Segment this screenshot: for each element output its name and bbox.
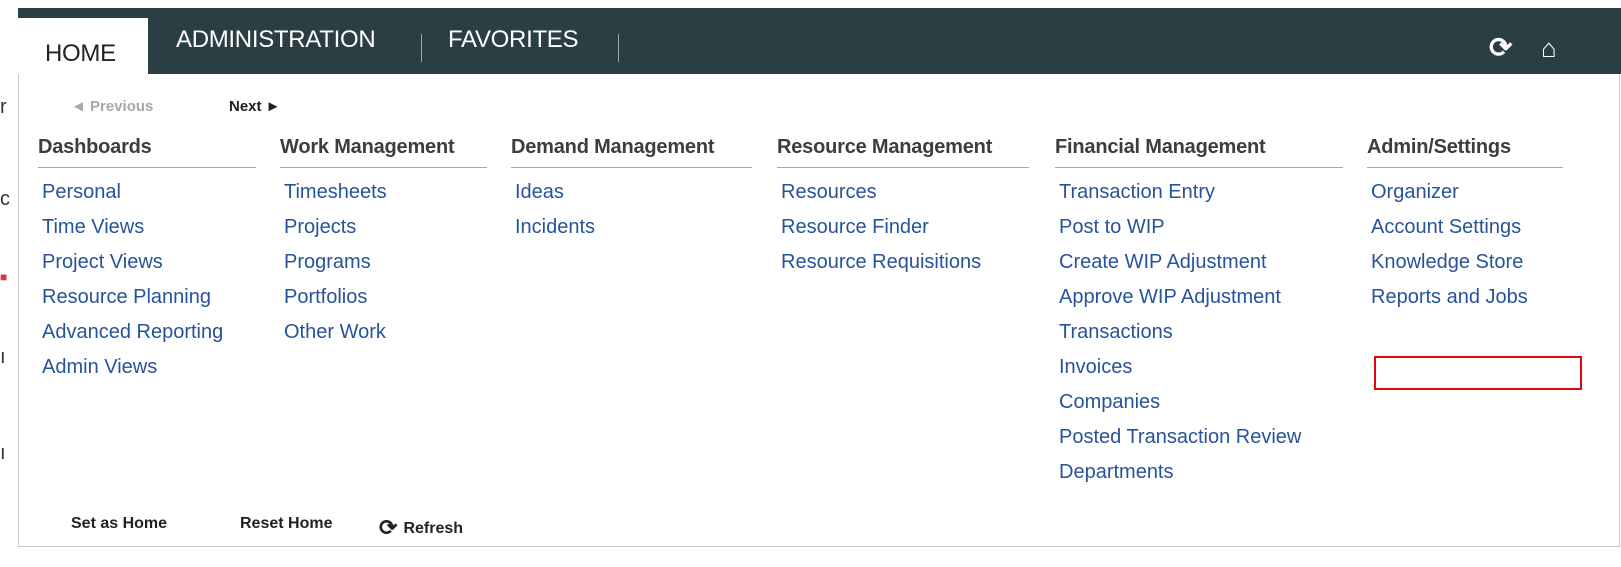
menu-column-demand-management: Demand Management Ideas Incidents (511, 136, 752, 250)
menu-item-incidents[interactable]: Incidents (515, 215, 752, 250)
menu-column-resource-management: Resource Management Resources Resource F… (777, 136, 1029, 285)
refresh-button[interactable]: ⟳ Refresh (379, 515, 463, 541)
background-glyph: ı (0, 442, 6, 464)
menu-column-work-management: Work Management Timesheets Projects Prog… (280, 136, 487, 355)
column-header: Dashboards (38, 136, 256, 168)
menu-item-post-to-wip[interactable]: Post to WIP (1059, 215, 1343, 250)
background-glyph: r (0, 96, 7, 118)
menu-item-approve-wip-adjustment[interactable]: Approve WIP Adjustment (1059, 285, 1343, 320)
set-as-home-button[interactable]: Set as Home (71, 515, 167, 533)
menu-item-departments[interactable]: Departments (1059, 460, 1343, 495)
menu-item-time-views[interactable]: Time Views (42, 215, 256, 250)
menu-item-transaction-entry[interactable]: Transaction Entry (1059, 180, 1343, 215)
menu-item-timesheets[interactable]: Timesheets (284, 180, 487, 215)
menu-item-organizer[interactable]: Organizer (1371, 180, 1563, 215)
menu-item-resources[interactable]: Resources (781, 180, 1029, 215)
menu-item-posted-transaction-review[interactable]: Posted Transaction Review (1059, 425, 1343, 460)
column-header: Admin/Settings (1367, 136, 1563, 168)
menu-item-companies[interactable]: Companies (1059, 390, 1343, 425)
highlight-box (1374, 356, 1582, 390)
menu-column-dashboards: Dashboards Personal Time Views Project V… (38, 136, 256, 390)
top-strip (0, 0, 1621, 8)
reset-home-button[interactable]: Reset Home (240, 515, 332, 533)
background-glyph: ■ (0, 270, 8, 284)
refresh-icon[interactable]: ⟳ (1489, 34, 1512, 62)
menu-item-resource-planning[interactable]: Resource Planning (42, 285, 256, 320)
previous-button[interactable]: ◄ Previous (71, 98, 153, 115)
background-glyph: ı (0, 346, 6, 368)
home-menu-panel: ◄ Previous Next ► Dashboards Personal Ti… (18, 74, 1620, 547)
main-navbar: HOME ADMINISTRATION FAVORITES ⟳ ⌂ (18, 8, 1621, 74)
menu-column-financial-management: Financial Management Transaction Entry P… (1055, 136, 1343, 495)
nav-separator (421, 34, 422, 62)
menu-item-admin-views[interactable]: Admin Views (42, 355, 256, 390)
menu-item-resource-requisitions[interactable]: Resource Requisitions (781, 250, 1029, 285)
menu-item-ideas[interactable]: Ideas (515, 180, 752, 215)
menu-item-reports-and-jobs[interactable]: Reports and Jobs (1371, 285, 1563, 320)
menu-item-programs[interactable]: Programs (284, 250, 487, 285)
menu-item-invoices[interactable]: Invoices (1059, 355, 1343, 390)
home-icon[interactable]: ⌂ (1541, 34, 1557, 62)
menu-item-project-views[interactable]: Project Views (42, 250, 256, 285)
column-header: Demand Management (511, 136, 752, 168)
menu-column-admin-settings: Admin/Settings Organizer Account Setting… (1367, 136, 1563, 320)
background-page-edge: r c ■ ı ı (0, 8, 18, 567)
menu-item-portfolios[interactable]: Portfolios (284, 285, 487, 320)
column-header: Financial Management (1055, 136, 1343, 168)
menu-item-transactions[interactable]: Transactions (1059, 320, 1343, 355)
menu-item-account-settings[interactable]: Account Settings (1371, 215, 1563, 250)
refresh-icon: ⟳ (379, 515, 398, 540)
tab-home[interactable]: HOME (18, 18, 148, 74)
column-header: Resource Management (777, 136, 1029, 168)
next-button[interactable]: Next ► (229, 98, 281, 115)
menu-item-knowledge-store[interactable]: Knowledge Store (1371, 250, 1563, 285)
menu-item-advanced-reporting[interactable]: Advanced Reporting (42, 320, 256, 355)
menu-item-other-work[interactable]: Other Work (284, 320, 487, 355)
column-header: Work Management (280, 136, 487, 168)
menu-item-resource-finder[interactable]: Resource Finder (781, 215, 1029, 250)
menu-item-personal[interactable]: Personal (42, 180, 256, 215)
background-glyph: c (0, 188, 10, 210)
menu-item-create-wip-adjustment[interactable]: Create WIP Adjustment (1059, 250, 1343, 285)
menu-item-projects[interactable]: Projects (284, 215, 487, 250)
nav-separator (618, 34, 619, 62)
refresh-label: Refresh (403, 520, 464, 537)
